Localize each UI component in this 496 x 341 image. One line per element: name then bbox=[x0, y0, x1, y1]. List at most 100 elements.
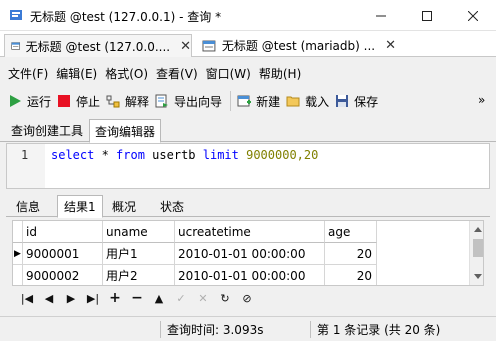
table-cell[interactable]: 用户2 bbox=[103, 265, 175, 285]
record-navigation-bar: |◀ ◀ ▶ ▶| + − ▲ ✓ ✕ ↻ ⊘ bbox=[12, 288, 484, 308]
table-cell[interactable]: 9000002 bbox=[23, 265, 103, 285]
vertical-scrollbar[interactable] bbox=[469, 221, 483, 285]
new-query-icon bbox=[237, 95, 252, 107]
menu-help[interactable]: 帮助(H) bbox=[259, 65, 301, 82]
close-icon bbox=[468, 10, 478, 21]
window-title: 无标题 @test (127.0.0.1) - 查询 * bbox=[30, 10, 222, 24]
scroll-up-icon[interactable] bbox=[473, 225, 483, 233]
stop-button[interactable]: 停止 bbox=[57, 93, 100, 110]
table-cell[interactable]: 用户1 bbox=[103, 243, 175, 265]
refresh-icon[interactable]: ↻ bbox=[214, 292, 236, 305]
export-icon bbox=[155, 94, 169, 108]
stop-label: 停止 bbox=[76, 94, 101, 109]
explain-label: 解释 bbox=[125, 94, 150, 109]
menu-window[interactable]: 窗口(W) bbox=[206, 65, 251, 82]
table-cell[interactable]: 2010-01-01 00:00:00 bbox=[175, 265, 325, 285]
new-label: 新建 bbox=[256, 94, 281, 109]
document-tab-bar: 无标题 @test (127.0.0.... ✕ 无标题 @test (mari… bbox=[0, 31, 496, 57]
load-button[interactable]: 载入 bbox=[286, 93, 329, 110]
row-selector[interactable] bbox=[13, 265, 23, 285]
table-cell[interactable]: 2010-01-01 00:00:00 bbox=[175, 243, 325, 265]
save-label: 保存 bbox=[354, 94, 379, 109]
discard-icon[interactable]: ✕ bbox=[192, 292, 214, 305]
result-grid: id uname ucreatetime age ▶ 9000001 用户1 2… bbox=[12, 220, 484, 286]
doc-tab-test-mariadb[interactable]: 无标题 @test (mariadb) ... ✕ bbox=[196, 34, 396, 57]
menu-bar: 文件(F) 编辑(E) 格式(O) 查看(V) 窗口(W) 帮助(H) bbox=[0, 62, 496, 84]
tab-info[interactable]: 信息 bbox=[10, 195, 46, 217]
table-cell[interactable]: 20 bbox=[325, 243, 377, 265]
close-button[interactable] bbox=[450, 0, 496, 31]
result-tab-bar: 信息 结果1 概况 状态 bbox=[6, 193, 490, 218]
doc-tab-label: 无标题 @test (mariadb) ... bbox=[221, 39, 376, 53]
sql-text: usertb bbox=[144, 148, 203, 162]
doc-tab-label: 无标题 @test (127.0.0.... bbox=[25, 39, 171, 54]
first-record-icon[interactable]: |◀ bbox=[16, 292, 38, 305]
query-icon bbox=[202, 40, 216, 51]
status-divider bbox=[310, 321, 311, 338]
minimize-icon bbox=[376, 15, 386, 16]
table-cell[interactable]: 9000001 bbox=[23, 243, 103, 265]
tab-result-1[interactable]: 结果1 bbox=[57, 195, 103, 218]
line-number: 1 bbox=[21, 148, 29, 162]
apply-icon[interactable]: ✓ bbox=[170, 292, 192, 305]
table-cell[interactable]: 20 bbox=[325, 265, 377, 285]
column-header-age[interactable]: age bbox=[325, 221, 377, 243]
toolbar: 运行 停止 解释 导出向导 新建 载入 保存 » bbox=[0, 86, 496, 116]
move-up-icon[interactable]: ▲ bbox=[148, 292, 170, 305]
column-header-ucreatetime[interactable]: ucreatetime bbox=[175, 221, 325, 243]
new-button[interactable]: 新建 bbox=[237, 93, 280, 110]
query-time: 查询时间: 3.093s bbox=[167, 323, 264, 337]
query-tab-bar: 查询创建工具 查询编辑器 bbox=[0, 118, 496, 143]
maximize-icon bbox=[422, 10, 432, 21]
navicat-app-icon bbox=[10, 10, 22, 20]
explain-button[interactable]: 解释 bbox=[106, 93, 149, 110]
stop-icon bbox=[58, 95, 71, 107]
menu-file[interactable]: 文件(F) bbox=[8, 65, 48, 82]
menu-edit[interactable]: 编辑(E) bbox=[56, 65, 97, 82]
doc-tab-test-local[interactable]: 无标题 @test (127.0.0.... ✕ bbox=[4, 34, 192, 57]
column-header-uname[interactable]: uname bbox=[103, 221, 175, 243]
status-bar: 查询时间: 3.093s 第 1 条记录 (共 20 条) bbox=[0, 316, 496, 341]
toolbar-overflow-button[interactable]: » bbox=[478, 93, 485, 107]
close-tab-icon[interactable]: ✕ bbox=[385, 38, 396, 53]
export-wizard-button[interactable]: 导出向导 bbox=[155, 93, 222, 110]
tab-profile[interactable]: 概况 bbox=[106, 195, 142, 217]
sql-editor[interactable]: 1 select * from usertb limit 9000000,20 bbox=[6, 143, 490, 189]
tab-query-builder[interactable]: 查询创建工具 bbox=[6, 119, 88, 142]
delete-record-icon[interactable]: − bbox=[126, 290, 148, 306]
sql-code-line: select * from usertb limit 9000000,20 bbox=[51, 148, 318, 162]
sql-keyword: select bbox=[51, 148, 95, 162]
title-bar: 无标题 @test (127.0.0.1) - 查询 * bbox=[0, 0, 496, 31]
minimize-button[interactable] bbox=[358, 0, 404, 31]
toolbar-separator bbox=[230, 91, 232, 111]
sql-number: 9000000,20 bbox=[238, 148, 319, 162]
sql-text: * bbox=[94, 148, 117, 162]
run-label: 运行 bbox=[27, 94, 52, 109]
save-button[interactable]: 保存 bbox=[335, 93, 378, 110]
menu-view[interactable]: 查看(V) bbox=[156, 65, 198, 82]
record-count: 第 1 条记录 (共 20 条) bbox=[317, 323, 441, 337]
prev-record-icon[interactable]: ◀ bbox=[38, 292, 60, 305]
menu-format[interactable]: 格式(O) bbox=[105, 65, 148, 82]
explain-icon bbox=[106, 95, 120, 108]
tab-status[interactable]: 状态 bbox=[154, 195, 190, 217]
save-icon bbox=[336, 95, 349, 107]
status-divider bbox=[160, 321, 161, 338]
scroll-down-icon[interactable] bbox=[473, 273, 483, 281]
next-record-icon[interactable]: ▶ bbox=[60, 292, 82, 305]
last-record-icon[interactable]: ▶| bbox=[82, 292, 104, 305]
row-header-corner bbox=[13, 221, 23, 243]
close-tab-icon[interactable]: ✕ bbox=[180, 39, 191, 54]
load-label: 载入 bbox=[305, 94, 330, 109]
run-button[interactable]: 运行 bbox=[8, 93, 51, 110]
tab-query-editor[interactable]: 查询编辑器 bbox=[89, 119, 162, 143]
row-selector-current[interactable]: ▶ bbox=[13, 243, 23, 265]
sql-keyword: from bbox=[116, 148, 145, 162]
query-icon bbox=[11, 42, 21, 50]
add-record-icon[interactable]: + bbox=[104, 290, 126, 306]
maximize-button[interactable] bbox=[404, 0, 450, 31]
stop-icon[interactable]: ⊘ bbox=[236, 292, 258, 305]
column-header-id[interactable]: id bbox=[23, 221, 103, 243]
folder-icon bbox=[286, 96, 300, 107]
scroll-thumb[interactable] bbox=[473, 239, 483, 257]
